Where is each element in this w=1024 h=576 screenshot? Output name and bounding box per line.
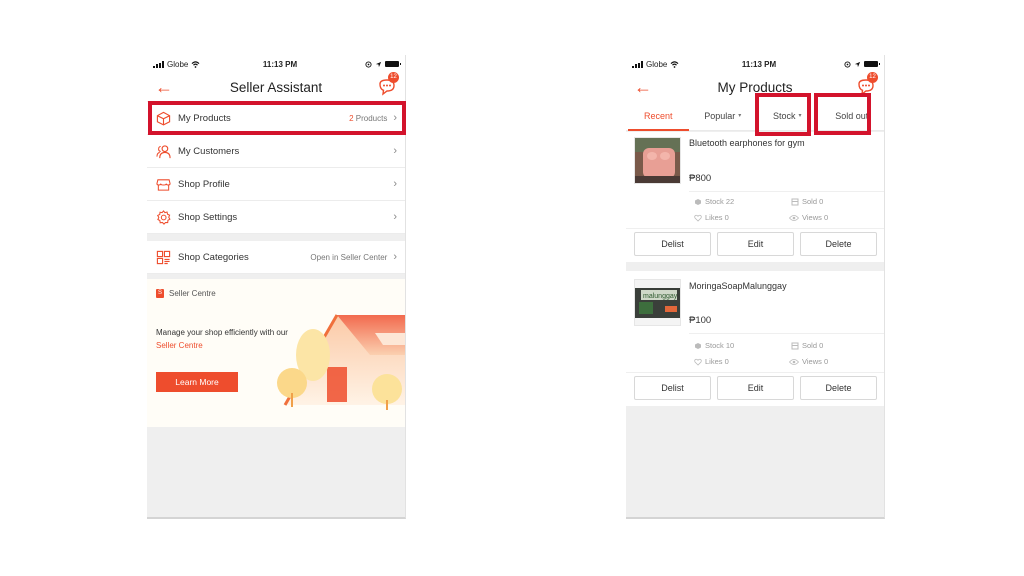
product-card[interactable]: Bluetooth earphones for gym ₱800 Stock 2… bbox=[626, 132, 884, 262]
edit-button[interactable]: Edit bbox=[717, 232, 794, 256]
delist-button[interactable]: Delist bbox=[634, 376, 711, 400]
highlight-my-products bbox=[148, 101, 406, 135]
menu-item-shop-settings[interactable]: Shop Settings › bbox=[147, 201, 405, 234]
back-arrow-icon[interactable]: ← bbox=[634, 78, 652, 96]
heart-icon bbox=[694, 214, 702, 222]
delete-button[interactable]: Delete bbox=[800, 232, 877, 256]
house-illustration bbox=[277, 314, 405, 410]
status-bar: Globe 11:13 PM bbox=[147, 55, 405, 73]
page-title: Seller Assistant bbox=[229, 79, 323, 95]
battery-icon bbox=[864, 61, 880, 67]
product-thumbnail[interactable] bbox=[634, 137, 681, 184]
eye-icon bbox=[789, 358, 799, 365]
menu-item-my-customers[interactable]: My Customers › bbox=[147, 135, 405, 168]
stock-icon bbox=[695, 342, 701, 349]
product-price: ₱100 bbox=[689, 315, 712, 326]
orientation-lock-icon bbox=[365, 60, 372, 68]
menu-item-shop-profile[interactable]: Shop Profile › bbox=[147, 168, 405, 201]
tab-recent[interactable]: Recent bbox=[626, 101, 691, 131]
product-thumbnail[interactable]: malunggay bbox=[634, 279, 681, 326]
product-name[interactable]: Bluetooth earphones for gym bbox=[689, 138, 805, 148]
orientation-lock-icon bbox=[844, 60, 851, 68]
nav-bar: ← Seller Assistant 12 bbox=[147, 72, 405, 101]
signal-icon bbox=[632, 60, 643, 68]
heart-icon bbox=[694, 358, 702, 366]
sold-icon bbox=[791, 198, 799, 205]
status-time: 11:13 PM bbox=[741, 59, 777, 69]
signal-icon bbox=[153, 60, 164, 68]
product-name[interactable]: MoringaSoapMalunggay bbox=[689, 281, 787, 291]
gear-icon bbox=[155, 209, 171, 225]
back-arrow-icon[interactable]: ← bbox=[155, 78, 173, 96]
delete-button[interactable]: Delete bbox=[800, 376, 877, 400]
location-icon bbox=[854, 61, 861, 67]
customers-icon bbox=[155, 143, 171, 159]
menu-item-shop-categories[interactable]: Shop Categories Open in Seller Center › bbox=[147, 241, 405, 274]
wifi-icon bbox=[191, 60, 200, 68]
stock-count: Stock 10 bbox=[705, 341, 735, 350]
sold-icon bbox=[791, 342, 799, 349]
status-time: 11:13 PM bbox=[262, 59, 298, 69]
views-count: Views 0 bbox=[802, 357, 829, 366]
caret-down-icon: ▾ bbox=[738, 113, 742, 119]
eye-icon bbox=[789, 214, 799, 221]
highlight-stock-tab bbox=[755, 93, 811, 136]
chevron-right-icon: › bbox=[393, 178, 397, 190]
seller-centre-heading: Seller Centre bbox=[169, 289, 216, 298]
product-price: ₱800 bbox=[689, 173, 712, 184]
carrier-name: Globe bbox=[646, 59, 668, 69]
chevron-right-icon: › bbox=[393, 211, 397, 223]
edit-button[interactable]: Edit bbox=[717, 376, 794, 400]
chat-button[interactable]: 12 bbox=[377, 72, 399, 97]
highlight-sold-out-tab bbox=[814, 93, 871, 135]
sold-count: Sold 0 bbox=[802, 197, 824, 206]
chat-badge: 12 bbox=[388, 72, 399, 83]
wifi-icon bbox=[670, 60, 679, 68]
location-icon bbox=[375, 61, 382, 67]
seller-centre-banner: S Seller Centre Manage your shop efficie… bbox=[147, 279, 405, 427]
status-bar: Globe 11:13 PM bbox=[626, 55, 884, 73]
learn-more-button[interactable]: Learn More bbox=[156, 372, 238, 392]
shop-icon bbox=[155, 176, 171, 192]
tab-popular[interactable]: Popular ▾ bbox=[691, 101, 756, 130]
product-card[interactable]: malunggay MoringaSoapMalunggay ₱100 Stoc… bbox=[626, 271, 884, 406]
sold-count: Sold 0 bbox=[802, 341, 824, 350]
categories-icon bbox=[155, 249, 171, 265]
chat-badge: 12 bbox=[867, 72, 878, 83]
likes-count: Likes 0 bbox=[705, 357, 729, 366]
stock-icon bbox=[695, 198, 701, 205]
battery-icon bbox=[385, 61, 401, 67]
stock-count: Stock 22 bbox=[705, 197, 735, 206]
shopee-bag-icon: S bbox=[156, 289, 164, 298]
open-in-seller-center: Open in Seller Center bbox=[310, 252, 388, 262]
carrier-name: Globe bbox=[167, 59, 189, 69]
views-count: Views 0 bbox=[802, 213, 829, 222]
chevron-right-icon: › bbox=[393, 251, 397, 263]
delist-button[interactable]: Delist bbox=[634, 232, 711, 256]
likes-count: Likes 0 bbox=[705, 213, 729, 222]
svg-text:malunggay: malunggay bbox=[643, 293, 678, 300]
chevron-right-icon: › bbox=[393, 145, 397, 157]
